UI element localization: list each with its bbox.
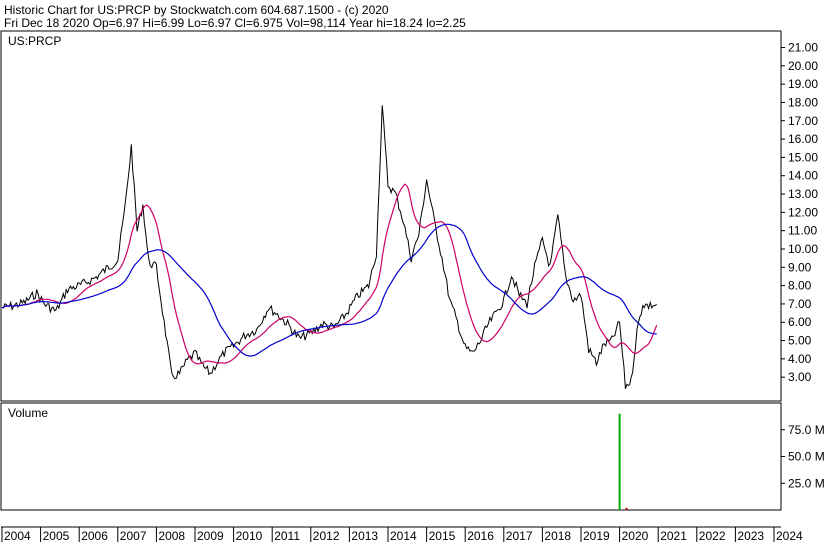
x-tick-label: 2017 xyxy=(506,529,533,543)
x-tick-label: 2012 xyxy=(313,529,340,543)
x-tick-label: 2021 xyxy=(660,529,687,543)
volume-panel-title: Volume xyxy=(8,406,48,420)
volume-y-tick-label: 25.0 M xyxy=(788,476,825,490)
price-y-tick-label: 9.00 xyxy=(788,260,812,274)
price-y-tick-label: 5.00 xyxy=(788,334,812,348)
volume-y-tick-label: 50.0 M xyxy=(788,450,825,464)
x-tick-label: 2007 xyxy=(120,529,147,543)
x-tick-label: 2004 xyxy=(4,529,31,543)
x-tick-label: 2016 xyxy=(467,529,494,543)
chart-header-line2: Fri Dec 18 2020 Op=6.97 Hi=6.99 Lo=6.97 … xyxy=(4,16,466,30)
x-tick-label: 2020 xyxy=(622,529,649,543)
price-y-tick-label: 4.00 xyxy=(788,352,812,366)
price-y-tick-label: 15.00 xyxy=(788,150,818,164)
price-y-tick-label: 6.00 xyxy=(788,315,812,329)
price-y-tick-label: 8.00 xyxy=(788,279,812,293)
price-y-tick-label: 10.00 xyxy=(788,242,818,256)
price-panel-title: US:PRCP xyxy=(8,34,61,48)
x-tick-label: 2005 xyxy=(43,529,70,543)
volume-panel xyxy=(0,402,782,511)
price-y-tick-label: 16.00 xyxy=(788,132,818,146)
x-tick-label: 2019 xyxy=(583,529,610,543)
x-tick-label: 2022 xyxy=(699,529,726,543)
x-tick-label: 2006 xyxy=(81,529,108,543)
chart-header-line1: Historic Chart for US:PRCP by Stockwatch… xyxy=(4,3,389,17)
x-tick-label: 2013 xyxy=(351,529,378,543)
x-tick-label: 2009 xyxy=(197,529,224,543)
price-y-tick-label: 14.00 xyxy=(788,169,818,183)
volume-bars-group xyxy=(618,413,628,510)
price-y-tick-label: 19.00 xyxy=(788,77,818,91)
price-y-tick-label: 21.00 xyxy=(788,40,818,54)
price-y-tick-label: 18.00 xyxy=(788,95,818,109)
x-tick-label: 2010 xyxy=(236,529,263,543)
volume-y-axis: 25.0 M 50.0 M 75.0 M xyxy=(781,423,825,490)
x-tick-label: 2018 xyxy=(544,529,571,543)
moving-average-long xyxy=(1,223,657,357)
x-tick-label: 2023 xyxy=(737,529,764,543)
price-y-axis: 3.00 4.00 5.00 6.00 7.00 8.00 9.00 10.00 11.00 12… xyxy=(781,40,818,384)
volume-bar xyxy=(618,413,621,510)
price-y-tick-label: 3.00 xyxy=(788,370,812,384)
x-axis: 2004 2005 2006 2007 2008 2009 2010 2011 2012 2013… xyxy=(1,527,803,543)
volume-y-tick-label: 75.0 M xyxy=(788,423,825,437)
x-tick-label: 2014 xyxy=(390,529,417,543)
x-tick-label: 2011 xyxy=(274,529,300,543)
price-y-tick-label: 11.00 xyxy=(788,224,817,238)
moving-average-short xyxy=(1,183,658,365)
price-y-tick-label: 7.00 xyxy=(788,297,812,311)
volume-bar xyxy=(625,507,628,510)
x-tick-label: 2008 xyxy=(158,529,185,543)
price-y-tick-label: 17.00 xyxy=(788,114,818,128)
price-y-tick-label: 20.00 xyxy=(788,59,818,73)
price-series-group xyxy=(1,105,658,390)
x-tick-label: 2024 xyxy=(776,529,803,543)
price-y-tick-label: 12.00 xyxy=(788,205,818,219)
price-line xyxy=(1,105,657,390)
price-y-tick-label: 13.00 xyxy=(788,187,818,201)
x-tick-label: 2015 xyxy=(429,529,456,543)
stock-chart: Historic Chart for US:PRCP by Stockwatch… xyxy=(0,3,825,543)
